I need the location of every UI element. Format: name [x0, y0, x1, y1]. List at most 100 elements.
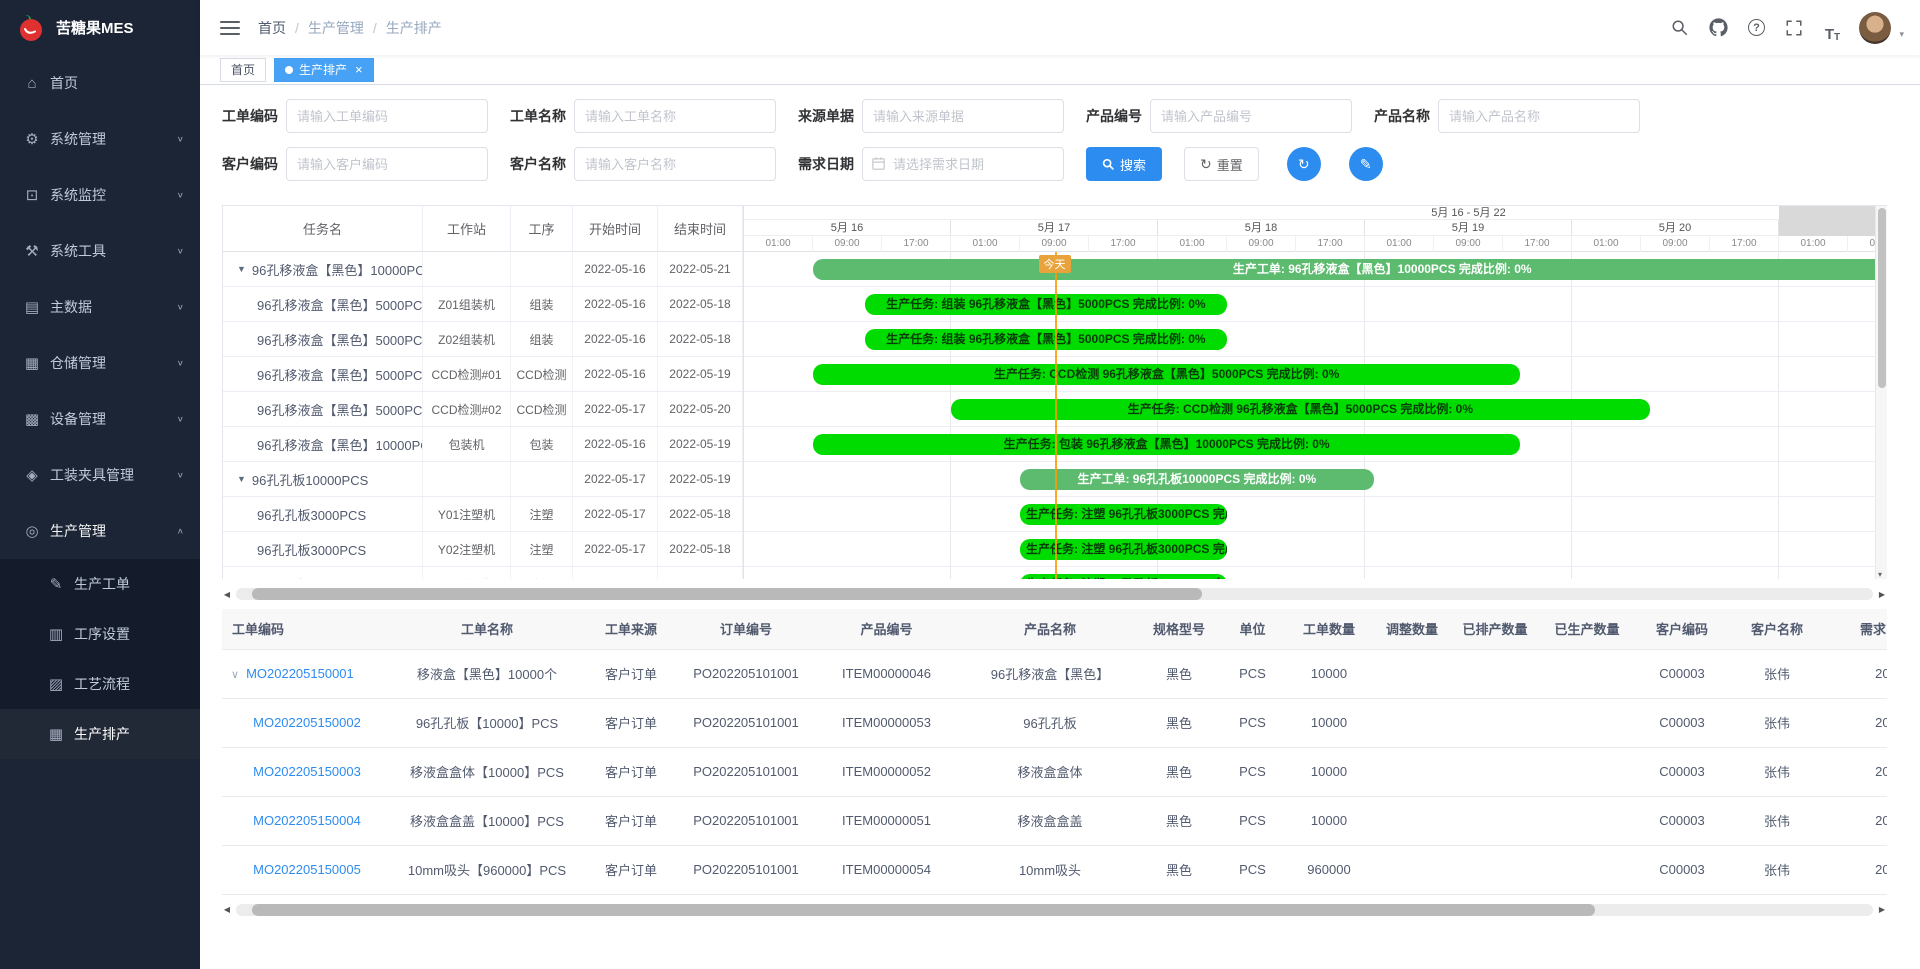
gantt-bar-task[interactable]: 生产任务: CCD检测 96孔移液盒【黑色】5000PCS 完成比例: 0%: [813, 364, 1520, 385]
reset-button[interactable]: ↻ 重置: [1184, 147, 1259, 181]
app-root: 苦糖果MES ⌂首页⚙系统管理∨⊡系统监控∨⚒系统工具∨▤主数据∨▦仓储管理∨▩…: [0, 0, 1920, 969]
gantt-task-row[interactable]: 96孔移液盒【黑色】10000PCS包装机包装2022-05-162022-05…: [223, 427, 743, 462]
start-time-cell: 2022-05-17: [573, 567, 658, 579]
scrollbar-thumb[interactable]: [1878, 208, 1886, 388]
edit-schedule-button[interactable]: ✎: [1349, 147, 1383, 181]
sidebar-item-home[interactable]: ⌂首页: [0, 55, 200, 111]
sidebar-item-system-management[interactable]: ⚙系统管理∨: [0, 111, 200, 167]
gantt-task-row[interactable]: ▼96孔移液盒【黑色】10000PCS2022-05-162022-05-21: [223, 252, 743, 287]
table-row[interactable]: MO20220515000296孔孔板【10000】PCS客户订单PO20220…: [222, 698, 1887, 747]
reset-button-label: 重置: [1217, 155, 1243, 174]
user-avatar[interactable]: [1859, 12, 1891, 44]
sidebar-toggle-icon[interactable]: [220, 21, 240, 35]
customer-code-input[interactable]: [286, 147, 488, 181]
gantt-task-row[interactable]: 96孔移液盒【黑色】5000PCSZ01组装机组装2022-05-162022-…: [223, 287, 743, 322]
work-order-link[interactable]: MO202205150005: [253, 862, 361, 877]
help-icon[interactable]: ?: [1741, 13, 1771, 43]
gantt-task-row[interactable]: ▼96孔孔板10000PCS2022-05-172022-05-19: [223, 462, 743, 497]
end-time-cell: 2022-05-19: [658, 427, 743, 461]
gantt-task-row[interactable]: 96孔孔板3000PCSY03注塑机注塑2022-05-172022-05-18: [223, 567, 743, 579]
breadcrumb-production-scheduling[interactable]: 生产排产: [386, 18, 442, 38]
user-menu-caret-icon[interactable]: ▾: [1899, 29, 1904, 44]
source-document-input[interactable]: [862, 99, 1064, 133]
gantt-bar-task[interactable]: 生产任务: 注塑 96孔孔板3000PCS 完成比例: 0%: [1020, 539, 1227, 560]
calendar-icon: [871, 156, 886, 171]
github-icon[interactable]: [1703, 13, 1733, 43]
fullscreen-icon[interactable]: [1779, 13, 1809, 43]
orders-cell: [1452, 796, 1538, 845]
collapse-icon[interactable]: ▼: [237, 474, 246, 484]
scroll-left-icon[interactable]: ◀: [222, 590, 232, 599]
sidebar-item-system-tools[interactable]: ⚒系统工具∨: [0, 223, 200, 279]
due-date-input[interactable]: [862, 147, 1064, 181]
scrollbar-thumb[interactable]: [252, 588, 1201, 600]
gantt-horizontal-scrollbar[interactable]: ◀ ▶: [222, 587, 1887, 601]
sidebar-item-label: 首页: [50, 73, 78, 93]
collapse-icon[interactable]: ▼: [237, 264, 246, 274]
scroll-left-icon[interactable]: ◀: [222, 905, 232, 914]
sidebar-item-fixture-management[interactable]: ◈工装夹具管理∨: [0, 447, 200, 503]
tab-production-scheduling[interactable]: 生产排产 ×: [274, 58, 374, 82]
orders-cell: 张伟: [1728, 649, 1826, 698]
work-order-link[interactable]: MO202205150001: [246, 666, 354, 681]
gantt-bar-task[interactable]: 生产任务: 注塑 96孔孔板3000PCS 完成比例: 0%: [1020, 574, 1227, 579]
breadcrumb-production-management[interactable]: 生产管理: [308, 18, 364, 38]
table-row[interactable]: MO202205150004移液盒盒盖【10000】PCS客户订单PO20220…: [222, 796, 1887, 845]
scroll-right-icon[interactable]: ▶: [1877, 905, 1887, 914]
start-time-cell: 2022-05-17: [573, 532, 658, 566]
work-order-link[interactable]: MO202205150003: [253, 764, 361, 779]
work-order-name-input[interactable]: [574, 99, 776, 133]
scrollbar-track[interactable]: [236, 904, 1873, 916]
product-code-input[interactable]: [1150, 99, 1352, 133]
sidebar-item-process-settings[interactable]: ▥工序设置: [0, 609, 200, 659]
gantt-bar-task[interactable]: 生产任务: 组装 96孔移液盒【黑色】5000PCS 完成比例: 0%: [865, 294, 1227, 315]
work-order-code-input[interactable]: [286, 99, 488, 133]
scroll-down-icon[interactable]: ▾: [1878, 570, 1882, 579]
font-size-icon[interactable]: TT: [1817, 13, 1847, 43]
scrollbar-thumb[interactable]: [252, 904, 1594, 916]
tab-close-icon[interactable]: ×: [355, 63, 363, 76]
table-row[interactable]: ∨MO202205150001移液盒【黑色】10000个客户订单PO202205…: [222, 649, 1887, 698]
gantt-task-row[interactable]: 96孔移液盒【黑色】5000PCSCCD检测#02CCD检测2022-05-17…: [223, 392, 743, 427]
gantt-bar-task[interactable]: 生产任务: 包装 96孔移液盒【黑色】10000PCS 完成比例: 0%: [813, 434, 1520, 455]
task-name-cell: ▼96孔移液盒【黑色】10000PCS: [223, 252, 423, 286]
orders-cell: PCS: [1219, 649, 1286, 698]
gantt-task-row[interactable]: 96孔孔板3000PCSY01注塑机注塑2022-05-172022-05-18: [223, 497, 743, 532]
sidebar-item-label: 工艺流程: [74, 674, 130, 694]
breadcrumb-home[interactable]: 首页: [258, 18, 286, 38]
gantt-task-row[interactable]: 96孔移液盒【黑色】5000PCSCCD检测#01CCD检测2022-05-16…: [223, 357, 743, 392]
work-order-link[interactable]: MO202205150004: [253, 813, 361, 828]
gantt-timeline-row: 生产任务: 注塑 96孔孔板3000PCS 完成比例: 0%: [744, 532, 1875, 567]
gantt-vertical-scrollbar[interactable]: ▾: [1875, 206, 1887, 579]
sidebar-item-warehouse-management[interactable]: ▦仓储管理∨: [0, 335, 200, 391]
product-name-input[interactable]: [1438, 99, 1640, 133]
gantt-bar-task[interactable]: 生产任务: 注塑 96孔孔板3000PCS 完成比例: 0%: [1020, 504, 1227, 525]
sidebar-item-equipment-management[interactable]: ▩设备管理∨: [0, 391, 200, 447]
table-row[interactable]: MO202205150003移液盒盒体【10000】PCS客户订单PO20220…: [222, 747, 1887, 796]
customer-name-input[interactable]: [574, 147, 776, 181]
work-order-link[interactable]: MO202205150002: [253, 715, 361, 730]
table-row[interactable]: MO20220515000510mm吸头【960000】PCS客户订单PO202…: [222, 845, 1887, 894]
sidebar-item-production-management[interactable]: ◎生产管理∧: [0, 503, 200, 559]
expand-row-icon[interactable]: ∨: [231, 669, 239, 681]
scrollbar-track[interactable]: [236, 588, 1873, 600]
sidebar-item-label: 生产工单: [74, 574, 130, 594]
table-horizontal-scrollbar[interactable]: ◀ ▶: [222, 903, 1887, 917]
gantt-task-row[interactable]: 96孔孔板3000PCSY02注塑机注塑2022-05-172022-05-18: [223, 532, 743, 567]
sidebar-item-production-scheduling[interactable]: ▦生产排产: [0, 709, 200, 759]
gantt-bar-task[interactable]: 生产任务: 组装 96孔移液盒【黑色】5000PCS 完成比例: 0%: [865, 329, 1227, 350]
sidebar-item-process-flow[interactable]: ▨工艺流程: [0, 659, 200, 709]
gantt-bar-workorder[interactable]: 生产工单: 96孔孔板10000PCS 完成比例: 0%: [1020, 469, 1374, 490]
sidebar-item-production-work-order[interactable]: ✎生产工单: [0, 559, 200, 609]
sidebar-item-master-data[interactable]: ▤主数据∨: [0, 279, 200, 335]
orders-cell: 黑色: [1139, 796, 1219, 845]
gantt-task-row[interactable]: 96孔移液盒【黑色】5000PCSZ02组装机组装2022-05-162022-…: [223, 322, 743, 357]
tab-home[interactable]: 首页: [220, 58, 266, 82]
search-button[interactable]: 搜索: [1086, 147, 1162, 181]
gantt-bar-workorder[interactable]: 生产工单: 96孔移液盒【黑色】10000PCS 完成比例: 0%: [813, 259, 1875, 280]
scroll-right-icon[interactable]: ▶: [1877, 590, 1887, 599]
sidebar-item-system-monitor[interactable]: ⊡系统监控∨: [0, 167, 200, 223]
app-logo[interactable]: 苦糖果MES: [0, 0, 200, 55]
search-icon[interactable]: [1665, 13, 1695, 43]
refresh-gantt-button[interactable]: ↻: [1287, 147, 1321, 181]
